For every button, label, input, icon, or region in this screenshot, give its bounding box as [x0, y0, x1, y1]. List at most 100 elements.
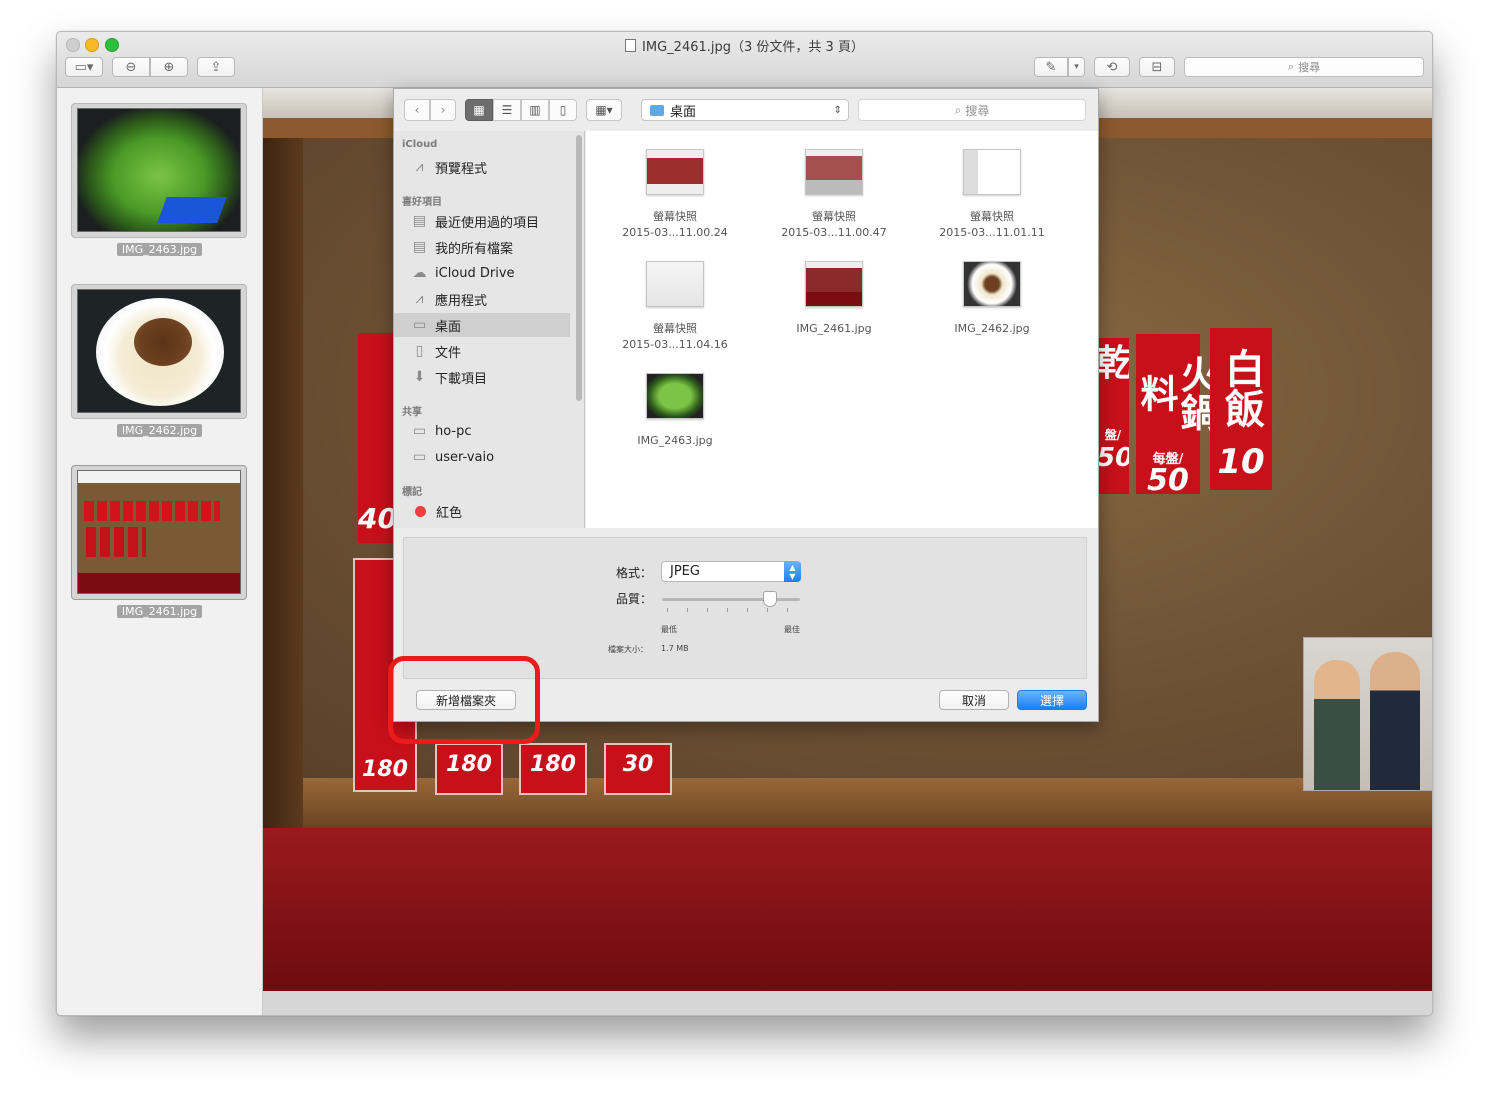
tags-header: 標記: [402, 487, 422, 498]
menu-sign-180a: 180: [435, 743, 503, 795]
markup-button[interactable]: ✎: [1034, 57, 1068, 77]
file-item[interactable]: IMG_2462.jpg: [913, 261, 1071, 337]
zoom-in-button[interactable]: ⊕: [150, 57, 188, 77]
file-item[interactable]: IMG_2463.jpg: [596, 373, 754, 449]
thumbnail-sidebar: IMG_2463.jpg IMG_2462.jpg IMG_2461.jpg: [57, 88, 263, 1015]
file-thumbnail: [646, 149, 704, 195]
arrange-button[interactable]: ▦▾: [586, 99, 622, 121]
cancel-button[interactable]: 取消: [939, 690, 1009, 710]
sidebar-item-downloads[interactable]: ⬇ 下載項目: [394, 365, 570, 389]
chevron-right-icon: ›: [440, 103, 446, 117]
sidebar-item-documents[interactable]: ▯ 文件: [394, 339, 570, 363]
file-name: 螢幕快照 2015-03...11.00.24: [622, 210, 728, 239]
file-name: 螢幕快照 2015-03...11.00.47: [781, 210, 887, 239]
file-item[interactable]: 螢幕快照 2015-03...11.04.16: [596, 261, 754, 353]
zoom-out-button[interactable]: ⊖: [112, 57, 150, 77]
sidebar-item-ho-pc[interactable]: ▭ ho-pc: [394, 419, 570, 443]
sign-price: 40: [358, 502, 397, 535]
pencil-icon: ✎: [1045, 59, 1057, 75]
format-popup[interactable]: JPEG ▲ ▼: [661, 561, 801, 582]
list-icon: ☰: [501, 103, 513, 117]
window-title: IMG_2461.jpg（3 份文件，共 3 頁）: [57, 36, 1432, 55]
source-list-scrollbar[interactable]: [576, 135, 582, 401]
toolbox-icon: ⊟: [1151, 59, 1163, 75]
quality-min-label: 最低: [661, 625, 677, 634]
file-item[interactable]: IMG_2461.jpg: [755, 261, 913, 337]
slider-tick: [727, 608, 728, 612]
column-view-button[interactable]: ▥: [521, 99, 549, 121]
thumbnail-img-2461[interactable]: [71, 465, 247, 600]
quality-label: 品質：: [615, 592, 652, 606]
file-item[interactable]: 螢幕快照 2015-03...11.00.47: [755, 149, 913, 241]
pork-topping-shape: [134, 318, 192, 366]
menu-sign-hotpot: 火鍋料 每盤/ 50: [1134, 334, 1218, 496]
cloud-icon: ☁: [412, 265, 427, 281]
sidebar-item-all-files[interactable]: ▤ 我的所有檔案: [394, 235, 570, 259]
file-item[interactable]: 螢幕快照 2015-03...11.00.24: [596, 149, 754, 241]
menu-sign-rice: 白飯 10: [1210, 328, 1272, 490]
sidebar-item-icloud-drive[interactable]: ☁ iCloud Drive: [394, 261, 570, 285]
person-shape: [1370, 652, 1420, 790]
folder-icon: [650, 104, 664, 116]
sheet-search-field[interactable]: ⌕ 搜尋: [858, 99, 1086, 121]
coverflow-view-button[interactable]: ▯: [549, 99, 577, 121]
sign-text: 火鍋料: [1134, 355, 1218, 431]
location-popup[interactable]: 桌面 ⇕: [641, 99, 849, 121]
choose-button[interactable]: 選擇: [1017, 690, 1087, 710]
annotation-highlight-box: [388, 656, 540, 744]
source-list: iCloud ⩘ 預覽程式 喜好項目 ▤ 最近使用過的項目 ▤ 我的所有檔案 ☁ iCl…: [394, 131, 585, 528]
share-button[interactable]: ⇪: [197, 57, 235, 77]
person-shape: [1314, 660, 1360, 790]
rotate-icon: ⟲: [1106, 59, 1118, 75]
forward-button[interactable]: ›: [430, 99, 456, 121]
applications-icon: ⩘: [415, 291, 424, 307]
menu-strip-shape: [84, 501, 220, 521]
sidebar-item-tag-red[interactable]: 紅色: [394, 499, 570, 523]
sidebar-item-preview[interactable]: ⩘ 預覽程式: [394, 155, 570, 179]
list-view-button[interactable]: ☰: [493, 99, 521, 121]
toolbox-button[interactable]: ⊟: [1139, 57, 1175, 77]
slider-tick: [787, 608, 788, 612]
thumbnail-img-2463[interactable]: [71, 103, 247, 238]
quality-slider-knob[interactable]: [762, 591, 777, 607]
sign-price: 10: [1217, 442, 1265, 482]
markup-menu-button[interactable]: ▾: [1068, 57, 1085, 77]
sidebar-item-recents[interactable]: ▤ 最近使用過的項目: [394, 209, 570, 233]
file-name: 螢幕快照 2015-03...11.04.16: [622, 322, 728, 351]
columns-icon: ▥: [529, 103, 541, 117]
thumbnail-img-2462[interactable]: [71, 284, 247, 419]
quality-slider-track[interactable]: [662, 598, 800, 601]
icloud-header: iCloud: [402, 139, 438, 150]
recents-icon: ▤: [412, 213, 427, 229]
sign-price: 180: [362, 757, 408, 782]
file-name: IMG_2462.jpg: [954, 322, 1030, 335]
up-down-arrows-icon: ⇕: [833, 104, 842, 116]
menu-sign-180b: 180: [519, 743, 587, 795]
search-icon: ⌕: [954, 102, 962, 117]
toolbar-search-field[interactable]: ⌕ 搜尋: [1184, 57, 1424, 77]
shared-header: 共享: [402, 407, 422, 418]
sidebar-toggle-button[interactable]: ▭▾: [65, 57, 103, 77]
icon-view-button[interactable]: ▦: [465, 99, 493, 121]
search-icon: ⌕: [1287, 60, 1295, 73]
rotate-button[interactable]: ⟲: [1094, 57, 1130, 77]
document-icon: [625, 39, 637, 52]
export-sheet: ‹ › ▦ ☰ ▥ ▯ ▦▾ 桌面 ⇕ ⌕ 搜尋 iCloud ⩘ 預覽程式 喜…: [393, 88, 1099, 722]
sidebar-item-user-vaio[interactable]: ▭ user-vaio: [394, 445, 570, 469]
sign-text: 乾: [1097, 342, 1129, 386]
downloads-icon: ⬇: [413, 369, 426, 385]
sign-price: 50: [1097, 443, 1129, 473]
menu-sign-30: 30: [604, 743, 672, 795]
arrange-icon: ▦▾: [595, 103, 613, 117]
menu-sign-left-top: 40: [358, 333, 397, 543]
sidebar-item-desktop[interactable]: ▭ 桌面: [394, 313, 570, 337]
file-item[interactable]: 螢幕快照 2015-03...11.01.11: [913, 149, 1071, 241]
blue-crate-shape: [157, 197, 227, 223]
file-thumbnail: [963, 149, 1021, 195]
filesize-value: 1.7 MB: [661, 644, 689, 653]
thumbnail-image: [77, 108, 241, 232]
counter-area: [263, 828, 1432, 991]
file-browser: 螢幕快照 2015-03...11.00.24 螢幕快照 2015-03...11.…: [586, 131, 1098, 528]
sidebar-item-applications[interactable]: ⩘ 應用程式: [394, 287, 570, 311]
back-button[interactable]: ‹: [404, 99, 430, 121]
